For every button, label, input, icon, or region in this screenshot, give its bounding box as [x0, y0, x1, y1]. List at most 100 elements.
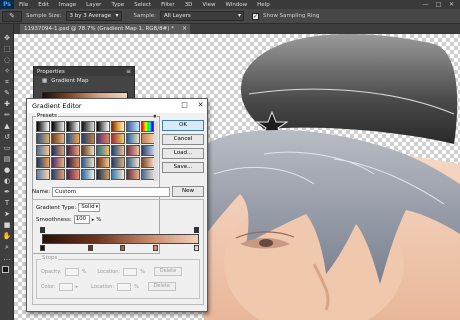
menu-image[interactable]: Image: [54, 2, 81, 8]
preset-swatch[interactable]: [81, 169, 95, 180]
more-tools-icon[interactable]: …: [2, 254, 12, 263]
preset-swatch[interactable]: [51, 121, 65, 132]
blur-tool-icon[interactable]: ●: [2, 166, 12, 175]
gradient-tool-icon[interactable]: ▤: [2, 155, 12, 164]
dialog-close-icon[interactable]: ✕: [196, 101, 205, 110]
marquee-tool-icon[interactable]: ⬚: [2, 45, 12, 54]
hand-tool-icon[interactable]: ✋: [2, 232, 12, 241]
preset-swatch[interactable]: [36, 121, 50, 132]
menu-window[interactable]: Window: [220, 2, 252, 8]
panel-menu-icon[interactable]: ≡: [126, 68, 131, 75]
new-button[interactable]: New: [172, 186, 204, 197]
move-tool-icon[interactable]: ✥: [2, 34, 12, 43]
preset-swatch[interactable]: [126, 157, 140, 168]
cancel-button[interactable]: Cancel: [162, 134, 204, 145]
preset-swatch[interactable]: [66, 133, 80, 144]
preset-swatch[interactable]: [141, 157, 155, 168]
healing-brush-tool-icon[interactable]: ✚: [2, 100, 12, 109]
preset-swatch[interactable]: [141, 145, 155, 156]
color-stop-1[interactable]: [40, 245, 45, 251]
shape-tool-icon[interactable]: ■: [2, 221, 12, 230]
pen-tool-icon[interactable]: ✒: [2, 188, 12, 197]
close-tab-icon[interactable]: ×: [182, 24, 187, 34]
close-icon[interactable]: ✕: [447, 1, 456, 8]
preset-swatch[interactable]: [126, 169, 140, 180]
color-location-field[interactable]: [117, 282, 132, 291]
color-stop-3[interactable]: [120, 245, 125, 251]
preset-swatch[interactable]: [66, 121, 80, 132]
history-brush-tool-icon[interactable]: ↺: [2, 133, 12, 142]
preset-swatch[interactable]: [51, 157, 65, 168]
preset-swatch[interactable]: [141, 133, 155, 144]
brush-tool-icon[interactable]: ✏: [2, 111, 12, 120]
gradient-preview-bar[interactable]: [42, 234, 199, 244]
preset-swatch[interactable]: [126, 133, 140, 144]
menu-view[interactable]: View: [197, 2, 220, 8]
clone-stamp-tool-icon[interactable]: ▲: [2, 122, 12, 131]
eyedropper-tool-icon[interactable]: ✎: [2, 89, 12, 98]
delete-color-stop-button[interactable]: Delete: [147, 282, 176, 291]
preset-swatch[interactable]: [111, 169, 125, 180]
type-tool-icon[interactable]: T: [2, 199, 12, 208]
sample-select[interactable]: All Layers: [160, 11, 244, 21]
presets-gear-icon[interactable]: ✹: [152, 114, 157, 120]
color-stop-5[interactable]: [194, 245, 199, 251]
menu-edit[interactable]: Edit: [33, 2, 54, 8]
delete-opacity-stop-button[interactable]: Delete: [153, 267, 182, 276]
preset-swatch[interactable]: [81, 121, 95, 132]
menu-file[interactable]: File: [14, 2, 33, 8]
quick-select-tool-icon[interactable]: ✧: [2, 67, 12, 76]
opacity-field[interactable]: [64, 267, 79, 276]
eyedropper-preset-icon[interactable]: ✎: [2, 10, 22, 22]
menu-help[interactable]: Help: [252, 2, 275, 8]
preset-swatch[interactable]: [81, 157, 95, 168]
save-button[interactable]: Save...: [162, 162, 204, 173]
preset-swatch[interactable]: [126, 145, 140, 156]
stop-color-swatch[interactable]: [58, 282, 73, 291]
crop-tool-icon[interactable]: ⌗: [2, 78, 12, 87]
gradient-name-input[interactable]: Custom: [52, 186, 170, 197]
show-sampling-ring-checkbox[interactable]: ✓: [252, 12, 259, 20]
menu-filter[interactable]: Filter: [156, 2, 180, 8]
menu-layer[interactable]: Layer: [81, 2, 106, 8]
document-tab[interactable]: 11937094-1.psd @ 78.7% (Gradient Map 1, …: [20, 24, 190, 34]
preset-swatch[interactable]: [66, 169, 80, 180]
path-selection-tool-icon[interactable]: ➤: [2, 210, 12, 219]
opacity-location-field[interactable]: [123, 267, 138, 276]
preset-swatch[interactable]: [36, 157, 50, 168]
preset-swatch[interactable]: [96, 121, 110, 132]
menu-select[interactable]: Select: [129, 2, 156, 8]
restore-icon[interactable]: □: [434, 1, 443, 8]
opacity-stop-right[interactable]: [194, 227, 199, 233]
smoothness-input[interactable]: 100: [73, 215, 90, 224]
maximize-icon[interactable]: □: [180, 101, 189, 110]
eraser-tool-icon[interactable]: ▭: [2, 144, 12, 153]
preset-swatch[interactable]: [111, 133, 125, 144]
dodge-tool-icon[interactable]: ◐: [2, 177, 12, 186]
preset-swatch[interactable]: [81, 145, 95, 156]
preset-swatch[interactable]: [66, 145, 80, 156]
preset-swatch[interactable]: [111, 157, 125, 168]
menu-3d[interactable]: 3D: [180, 2, 198, 8]
preset-swatch[interactable]: [111, 145, 125, 156]
preset-swatch[interactable]: [96, 169, 110, 180]
color-stop-2[interactable]: [88, 245, 93, 251]
smoothness-stepper-icon[interactable]: ▸: [92, 217, 95, 223]
preset-swatch[interactable]: [51, 145, 65, 156]
opacity-stop-left[interactable]: [40, 227, 45, 233]
presets-scrollbar[interactable]: [154, 121, 158, 181]
zoom-tool-icon[interactable]: ⌕: [2, 243, 12, 252]
sample-size-select[interactable]: 3 by 3 Average: [65, 11, 122, 21]
load-button[interactable]: Load...: [162, 148, 204, 159]
ok-button[interactable]: OK: [162, 120, 204, 131]
preset-swatch[interactable]: [96, 157, 110, 168]
preset-swatch[interactable]: [51, 133, 65, 144]
preset-swatch[interactable]: [111, 121, 125, 132]
gradient-type-select[interactable]: Solid: [78, 203, 101, 212]
lasso-tool-icon[interactable]: ◌: [2, 56, 12, 65]
foreground-color-swatch[interactable]: [2, 266, 9, 273]
menu-type[interactable]: Type: [106, 2, 129, 8]
preset-swatch[interactable]: [141, 169, 155, 180]
preset-swatch[interactable]: [36, 145, 50, 156]
preset-swatch[interactable]: [141, 121, 155, 132]
